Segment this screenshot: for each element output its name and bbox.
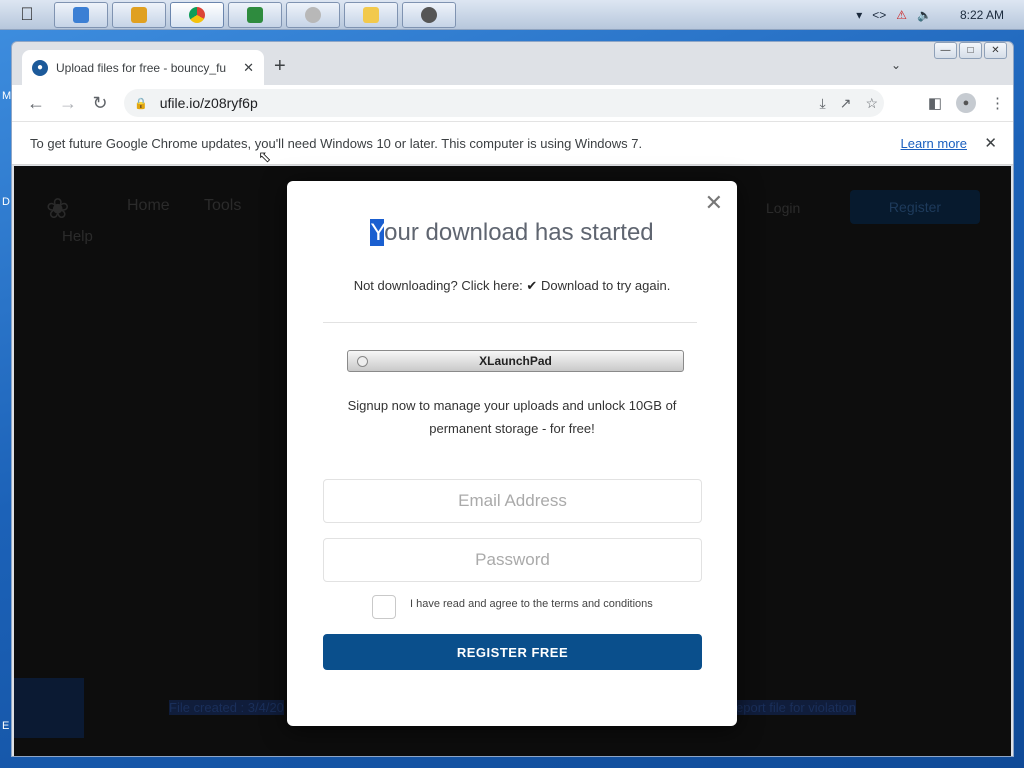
- xlaunchpad-titlebar[interactable]: XLaunchPad: [347, 350, 684, 372]
- signup-description: Signup now to manage your uploads and un…: [347, 398, 677, 436]
- omnibox-actions: ⤓ ↗ ☆: [820, 89, 885, 117]
- taskbar-app-media[interactable]: [112, 1, 166, 28]
- close-window-button[interactable]: ✕: [984, 42, 1007, 59]
- retry-prefix: Not downloading? Click here:: [353, 278, 523, 293]
- desktop-icon-m[interactable]: M: [2, 90, 11, 102]
- download-modal: ✕ Your download has started Not download…: [287, 181, 737, 726]
- retry-download-link[interactable]: Download to try again.: [541, 278, 670, 293]
- new-tab-button[interactable]: +: [274, 56, 286, 76]
- password-field[interactable]: [323, 538, 702, 582]
- taskbar-app-disc[interactable]: [402, 1, 456, 28]
- clock[interactable]: 8:22 AM: [960, 8, 1004, 22]
- address-bar[interactable]: 🔒 ufile.io/z08ryf6p ⤓ ↗ ☆: [124, 89, 884, 117]
- update-infobar: To get future Google Chrome updates, you…: [12, 121, 1013, 165]
- xlaunchpad-title: XLaunchPad: [479, 354, 552, 368]
- site-nav-home[interactable]: Home: [127, 197, 170, 215]
- tab-title: Upload files for free - bouncy_fu: [56, 60, 227, 75]
- window-controls: — □ ✕: [934, 42, 1007, 59]
- site-register-button[interactable]: Register: [850, 190, 980, 224]
- minimize-button[interactable]: —: [934, 42, 957, 59]
- bookmark-star-icon[interactable]: ☆: [865, 95, 878, 112]
- tab-close-icon[interactable]: ✕: [243, 60, 254, 76]
- chrome-icon: [189, 6, 205, 23]
- desktop-icon-d[interactable]: D: [2, 196, 10, 208]
- maximize-button[interactable]: □: [959, 42, 982, 59]
- forward-icon[interactable]: →: [52, 93, 84, 114]
- menu-kebab-icon[interactable]: ⋮: [990, 94, 1005, 112]
- system-tray: ▾ <> ⚠ 🔈 8:22 AM: [856, 0, 1024, 30]
- media-icon: [131, 6, 147, 23]
- terms-label: I have read and agree to the terms and c…: [410, 598, 653, 610]
- report-file-link[interactable]: eport file for violation: [736, 700, 856, 715]
- cpu-icon: [247, 6, 263, 23]
- notes-icon: [363, 6, 379, 23]
- taskbar-app-xlaunchpad[interactable]: [286, 1, 340, 28]
- title-text: our download has started: [384, 219, 654, 246]
- modal-title: Your download has started: [287, 219, 737, 247]
- site-nav-tools[interactable]: Tools: [204, 197, 241, 215]
- url-text[interactable]: ufile.io/z08ryf6p: [160, 95, 258, 111]
- taskbar-app-finder[interactable]: [54, 1, 108, 28]
- apple-icon[interactable]: : [0, 0, 54, 30]
- page-thumbnail: [14, 678, 84, 738]
- checkmark-icon: ✔: [526, 278, 538, 293]
- lock-icon[interactable]: 🔒: [134, 97, 148, 110]
- network-error-icon[interactable]: ⚠: [896, 8, 907, 22]
- infobar-close-icon[interactable]: ✕: [984, 134, 997, 152]
- site-nav-login[interactable]: Login: [766, 200, 800, 216]
- browser-toolbar: ← → ↻ 🔒 ufile.io/z08ryf6p ⤓ ↗ ☆ ◧ ● ⋮: [12, 85, 1013, 121]
- profile-avatar-icon[interactable]: ●: [956, 93, 976, 113]
- modal-divider: [323, 322, 697, 323]
- retry-download-line: Not downloading? Click here: ✔ Download …: [287, 278, 737, 294]
- email-field[interactable]: [323, 479, 702, 523]
- taskbar:  ▾ <> ⚠ 🔈 8:22 AM: [0, 0, 1024, 30]
- finder-icon: [73, 6, 89, 23]
- ufile-logo-icon[interactable]: ❀: [46, 192, 94, 226]
- reload-icon[interactable]: ↻: [84, 93, 116, 114]
- modal-close-icon[interactable]: ✕: [705, 191, 723, 215]
- disc-icon: [421, 6, 437, 23]
- side-panel-icon[interactable]: ◧: [928, 94, 942, 112]
- code-icon[interactable]: <>: [872, 8, 886, 22]
- site-nav-help[interactable]: Help: [62, 228, 93, 245]
- ufile-favicon-icon: ●: [32, 59, 48, 76]
- back-icon[interactable]: ←: [20, 93, 52, 114]
- register-free-button[interactable]: REGISTER FREE: [323, 634, 702, 670]
- share-icon[interactable]: ↗: [840, 95, 852, 112]
- infobar-message: To get future Google Chrome updates, you…: [30, 135, 643, 151]
- terms-checkbox[interactable]: [372, 595, 396, 619]
- taskbar-app-cpuz[interactable]: [228, 1, 282, 28]
- file-created-text: File created : 3/4/20: [169, 700, 284, 715]
- tab-search-chevron-icon[interactable]: ⌄: [891, 58, 901, 72]
- learn-more-link[interactable]: Learn more: [901, 136, 967, 151]
- download-icon[interactable]: ⤓: [820, 95, 826, 112]
- desktop-icon-e[interactable]: E: [2, 720, 9, 732]
- tray-expand-icon[interactable]: ▾: [856, 8, 862, 22]
- volume-icon[interactable]: 🔈: [917, 8, 932, 22]
- taskbar-app-notes[interactable]: [344, 1, 398, 28]
- toolbar-right: ◧ ● ⋮: [928, 85, 1005, 121]
- taskbar-app-chrome[interactable]: [170, 1, 224, 28]
- rocket-icon: [305, 6, 321, 23]
- browser-tab[interactable]: ● Upload files for free - bouncy_fu ✕: [22, 50, 264, 85]
- mouse-cursor-icon: ⬁: [258, 149, 272, 166]
- title-selected-letter: Y: [370, 219, 385, 246]
